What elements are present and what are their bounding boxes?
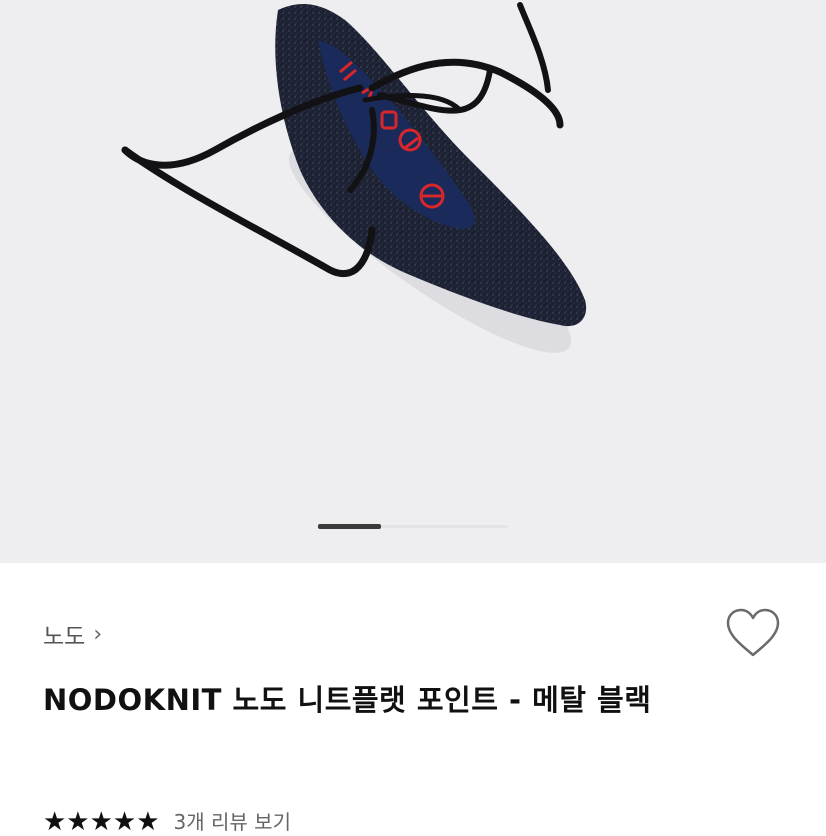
product-title: NODOKNIT 노도 니트플랫 포인트 - 메탈 블랙 [43,683,652,717]
rating-row[interactable]: ★★★★★ 3개 리뷰 보기 [43,806,291,835]
product-info-panel: 노도 › NODOKNIT 노도 니트플랫 포인트 - 메탈 블랙 ★★★★★ … [0,563,826,834]
product-image-gallery[interactable] [0,0,826,563]
pager-thumb [318,524,381,529]
chevron-right-icon: › [93,621,103,647]
brand-link[interactable]: 노도 › [43,617,102,651]
brand-link-label: 노도 [43,624,86,650]
rating-stars: ★★★★★ [43,805,160,836]
heart-outline-icon[interactable] [724,607,782,659]
review-link[interactable]: 3개 리뷰 보기 [174,806,291,835]
gallery-pager[interactable] [318,524,508,529]
product-photo [121,2,587,353]
